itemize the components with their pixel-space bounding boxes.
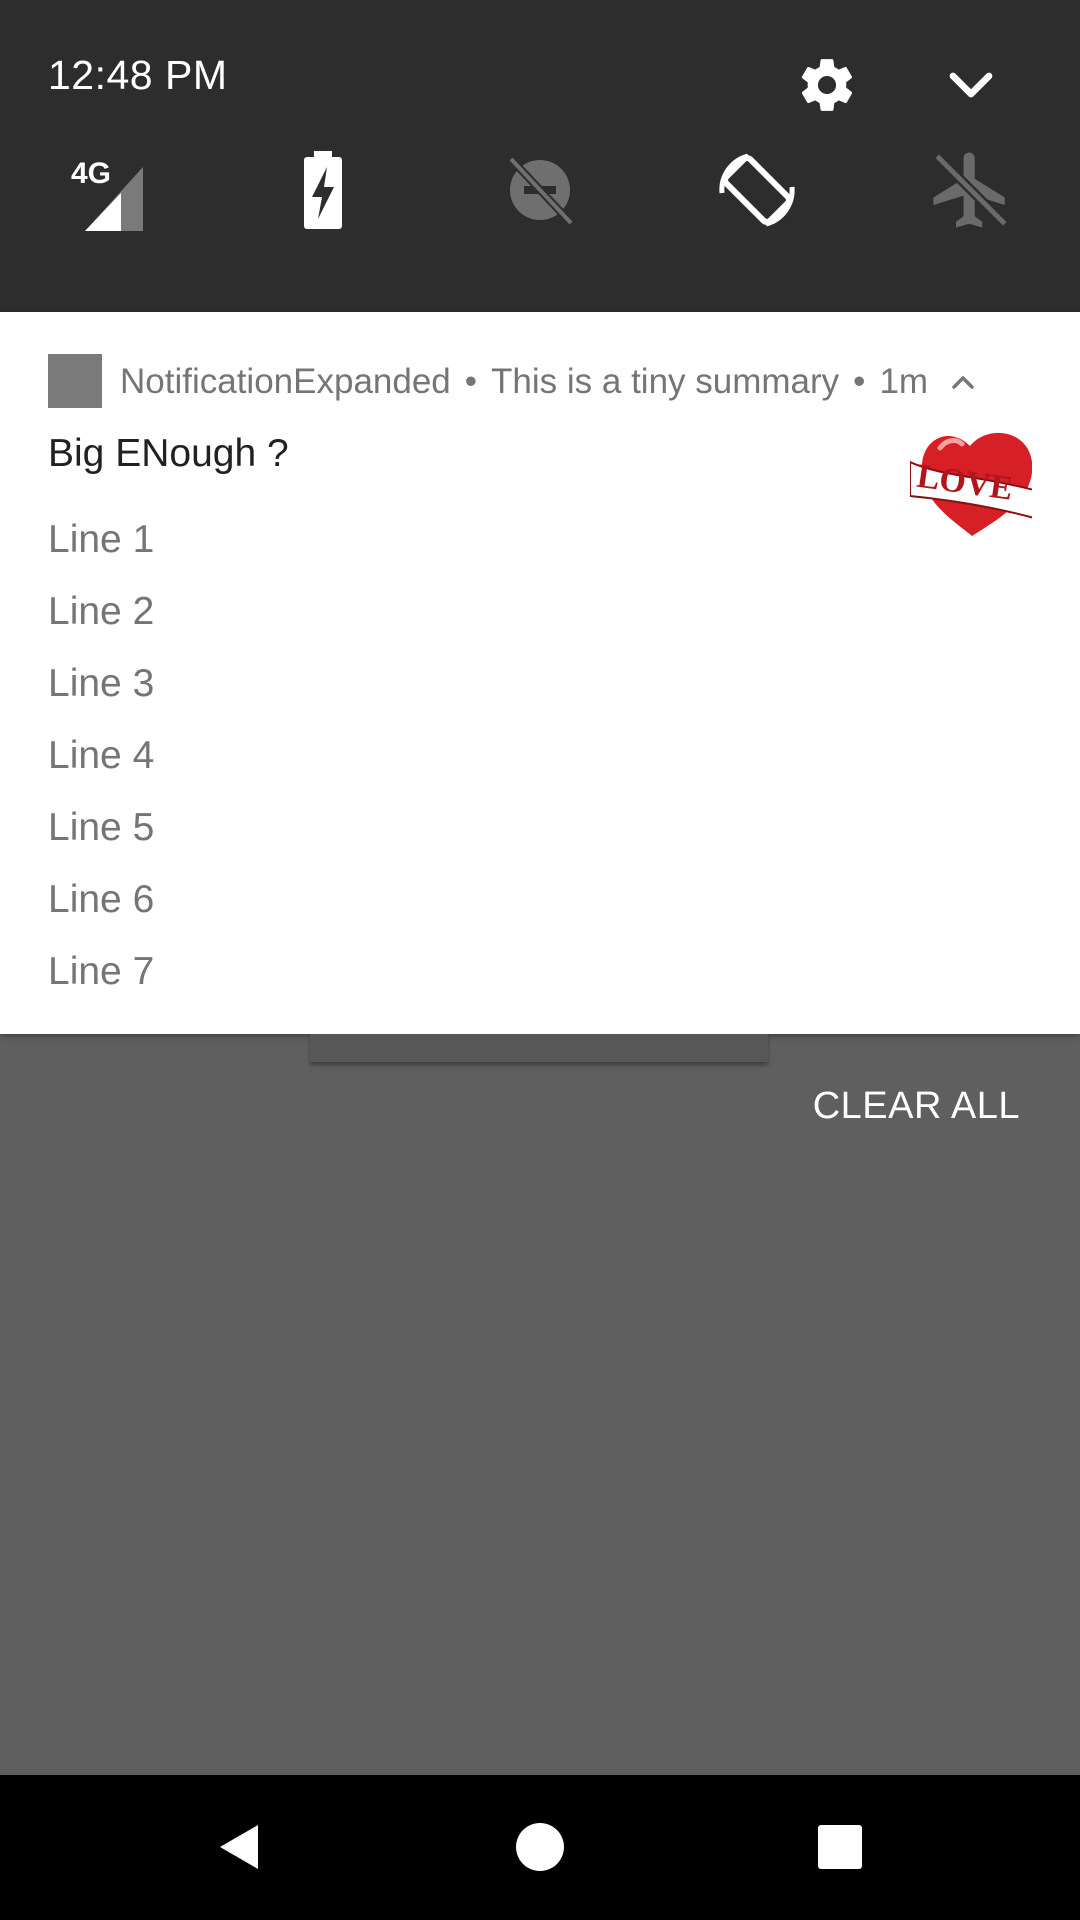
list-item: Line 4 [48,734,155,777]
airplane-mode-tile[interactable] [926,145,1016,235]
do-not-disturb-tile[interactable] [495,145,585,235]
airplane-off-icon [933,152,1009,228]
notification-header: NotificationExpanded • This is a tiny su… [120,362,978,402]
auto-rotate-icon [719,153,795,227]
navigation-bar [0,1775,1080,1920]
notification-card[interactable]: NotificationExpanded • This is a tiny su… [0,312,1080,1034]
love-heart-icon: LOVE [910,433,1032,536]
app-name: NotificationExpanded [120,362,451,401]
home-icon[interactable] [514,1821,566,1873]
list-item: Line 1 [48,518,155,561]
list-item: Line 3 [48,662,155,705]
settings-gear-icon[interactable] [796,54,858,116]
list-item: Line 2 [48,590,155,633]
battery-charging-icon [304,151,342,229]
network-type-label: 4G [71,157,111,190]
expand-chevron-down-icon[interactable] [944,62,998,108]
notification-lines: Line 1 Line 2 Line 3 Line 4 Line 5 Line … [48,504,154,1008]
notification-title: Big ENough ? [48,432,289,475]
battery-saver-tile[interactable] [278,145,368,235]
header-separator: • [464,362,478,401]
mobile-data-tile[interactable]: 4G [57,145,147,235]
clear-all-button[interactable]: CLEAR ALL [813,1085,1020,1128]
collapse-chevron-up-icon[interactable] [948,370,978,394]
quick-settings-panel: 12:48 PM 4G [0,0,1080,312]
large-icon: LOVE [910,418,1032,540]
notification-shelf [310,1034,768,1062]
list-item: Line 7 [48,950,155,993]
recents-icon[interactable] [816,1823,864,1871]
dnd-off-icon [508,156,574,226]
auto-rotate-tile[interactable] [712,145,802,235]
header-separator: • [853,362,866,401]
app-icon [48,354,102,408]
back-icon[interactable] [212,1819,268,1875]
clock: 12:48 PM [48,52,228,98]
list-item: Line 6 [48,878,155,921]
signal-4g-icon: 4G [71,157,143,231]
notification-time: 1m [879,362,929,401]
list-item: Line 5 [48,806,155,849]
summary-text: This is a tiny summary [491,362,840,401]
